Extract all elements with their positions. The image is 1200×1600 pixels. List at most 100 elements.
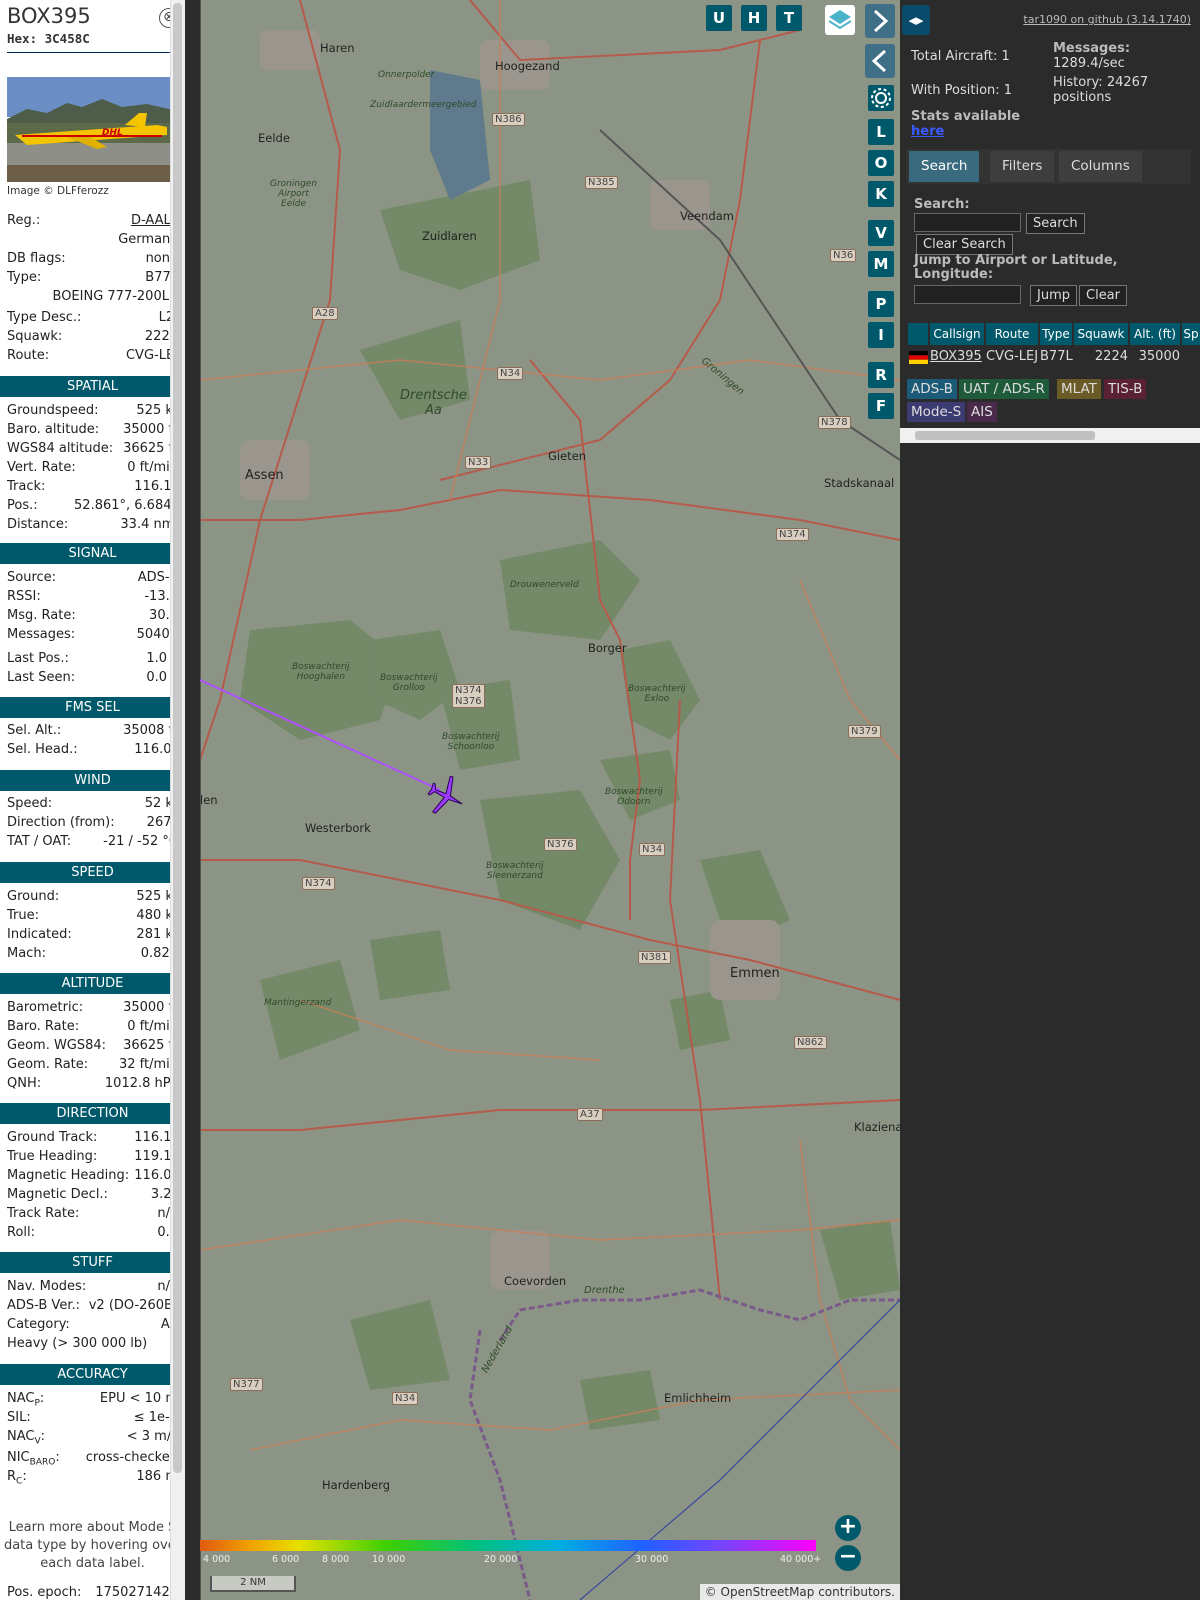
right-panel: ◂▸ tar1090 on github (3.14.1740) Total A… xyxy=(900,0,1200,1600)
wind-row-1: Direction (from): 267° xyxy=(7,815,178,834)
spatial-row-3-label: Vert. Rate: xyxy=(7,460,76,475)
road-n379: N379 xyxy=(848,725,881,738)
road-n33: N33 xyxy=(465,456,492,469)
map-button-r[interactable]: R xyxy=(868,362,894,388)
place-westerbork: Westerbork xyxy=(305,821,371,835)
stats-label: Stats available xyxy=(911,109,1021,124)
info-scrollbar-thumb[interactable] xyxy=(173,3,182,1473)
accuracy-row-1: SIL: ≤ 1e-7 xyxy=(7,1410,178,1429)
map-button-k[interactable]: K xyxy=(868,181,894,207)
aircraft-icon[interactable] xyxy=(422,776,470,816)
total-aircraft: Total Aircraft: 1 xyxy=(911,49,1010,64)
map-button-p[interactable]: P xyxy=(868,291,894,317)
place-hardenberg: Hardenberg xyxy=(322,1478,391,1492)
altitude-row-0-label: Barometric: xyxy=(7,1000,84,1015)
section-direction: DIRECTION xyxy=(0,1103,185,1124)
spatial-row-1: Baro. altitude: 35000 ft xyxy=(7,422,178,441)
speed-row-0: Ground: 525 kt xyxy=(7,889,178,908)
detail-row-5-label: Type Desc.: xyxy=(7,310,82,325)
github-link[interactable]: tar1090 on github (3.14.1740) xyxy=(1023,13,1191,26)
tab-columns[interactable]: Columns xyxy=(1059,151,1142,182)
pos-epoch-row: Pos. epoch: 1750271428 xyxy=(7,1585,178,1600)
detail-row-4: BOEING 777-200LR xyxy=(7,289,179,308)
road-n386: N386 xyxy=(492,113,525,126)
detail-row-6: Squawk: 2224 xyxy=(7,329,178,348)
direction-row-5: Roll: 0.2 xyxy=(7,1225,178,1244)
place-haren: Haren xyxy=(320,41,355,55)
source-adsb: ADS-B xyxy=(907,379,957,399)
clear-button[interactable]: Clear xyxy=(1079,285,1127,306)
table-header-squawk[interactable]: Squawk xyxy=(1074,323,1128,345)
altitude-row-4-value: 1012.8 hPa xyxy=(104,1076,178,1091)
jump-button[interactable]: Jump xyxy=(1030,285,1077,306)
signal-row-4: Last Pos.: 1.0 s xyxy=(7,651,178,670)
section-speed: SPEED xyxy=(0,862,185,883)
map-button-u[interactable]: U xyxy=(706,5,732,31)
map-button-l[interactable]: L xyxy=(868,119,894,145)
speed-row-1: True: 480 kt xyxy=(7,908,178,927)
history-value: positions xyxy=(1053,90,1112,105)
clear-search-button[interactable]: Clear Search xyxy=(916,234,1013,255)
row-callsign[interactable]: BOX395 xyxy=(930,347,982,367)
table-header-type[interactable]: Type xyxy=(1040,323,1072,345)
map-button-h[interactable]: H xyxy=(741,5,767,31)
fms-row-1: Sel. Head.: 116.0° xyxy=(7,742,178,761)
expand-right-icon[interactable] xyxy=(865,4,895,38)
map-button-m[interactable]: M xyxy=(868,251,894,277)
place-drouwenerveld: Drouwenerveld xyxy=(510,580,579,590)
table-hscrollbar-thumb[interactable] xyxy=(915,431,1095,440)
info-scrollbar[interactable] xyxy=(170,0,185,1600)
road-a28: A28 xyxy=(312,307,338,320)
tab-search[interactable]: Search xyxy=(909,151,980,182)
altitude-color-legend xyxy=(200,1540,816,1551)
map[interactable]: Haren Hoogezand Onnerpolder Zuidlaarderm… xyxy=(200,0,900,1600)
altitude-row-1: Baro. Rate: 0 ft/min xyxy=(7,1019,178,1038)
table-header-route[interactable]: Route xyxy=(986,323,1038,345)
map-attribution[interactable]: © OpenStreetMap contributors. xyxy=(699,1584,900,1600)
altitude-row-4-label: QNH: xyxy=(7,1076,42,1091)
stuff-row-0-label: Nav. Modes: xyxy=(7,1279,87,1294)
aircraft-photo[interactable]: DHL xyxy=(7,77,178,182)
layers-icon[interactable] xyxy=(825,5,855,35)
place-emlichheim: Emlichheim xyxy=(664,1391,732,1405)
accuracy-row-3-value: cross-checked xyxy=(85,1450,178,1465)
table-header-callsign[interactable]: Callsign xyxy=(930,323,984,345)
source-ais: AIS xyxy=(967,402,997,422)
speed-row-3: Mach: 0.828 xyxy=(7,946,178,965)
map-button-v[interactable]: V xyxy=(868,220,894,246)
jump-label: Jump to Airport or Latitude, Longitude: xyxy=(914,253,1118,282)
table-hscrollbar[interactable] xyxy=(900,428,1200,443)
map-button-o[interactable]: O xyxy=(868,150,894,176)
detail-row-5: Type Desc.: L2J xyxy=(7,310,178,329)
place-drenthe: Drenthe xyxy=(584,1285,625,1296)
accuracy-row-3: NICBARO: cross-checked xyxy=(7,1450,178,1469)
jump-input[interactable] xyxy=(914,285,1021,304)
table-header-speed[interactable]: Sp xyxy=(1182,323,1200,345)
map-background xyxy=(200,0,900,1600)
map-button-t[interactable]: T xyxy=(776,5,802,31)
collapse-left-icon[interactable] xyxy=(865,44,895,78)
map-button-i[interactable]: I xyxy=(868,322,894,348)
direction-row-1: True Heading: 119.1° xyxy=(7,1149,178,1168)
detail-row-3-label: Type: xyxy=(7,270,42,285)
section-wind: WIND xyxy=(0,770,185,791)
place-eelde: Eelde xyxy=(258,131,290,145)
spatial-row-0-label: Groundspeed: xyxy=(7,403,99,418)
wind-row-0: Speed: 52 kt xyxy=(7,796,178,815)
map-button-f[interactable]: F xyxy=(868,393,894,419)
stats-link[interactable]: here xyxy=(911,124,944,139)
search-input[interactable] xyxy=(914,213,1021,232)
table-header-altitude[interactable]: Alt. (ft) xyxy=(1130,323,1180,345)
tab-filters[interactable]: Filters xyxy=(990,151,1055,182)
settings-gear-icon[interactable] xyxy=(868,85,894,111)
road-n378: N378 xyxy=(818,416,851,429)
search-button[interactable]: Search xyxy=(1026,213,1085,234)
toggle-sidebar-button[interactable]: ◂▸ xyxy=(902,5,930,35)
speed-row-3-label: Mach: xyxy=(7,946,46,961)
zoom-in-button[interactable]: + xyxy=(835,1515,861,1541)
zoom-out-button[interactable]: − xyxy=(835,1545,861,1571)
road-n34-north: N34 xyxy=(497,367,524,380)
road-n377: N377 xyxy=(230,1378,263,1391)
road-n381: N381 xyxy=(638,951,671,964)
direction-row-5-label: Roll: xyxy=(7,1225,36,1240)
